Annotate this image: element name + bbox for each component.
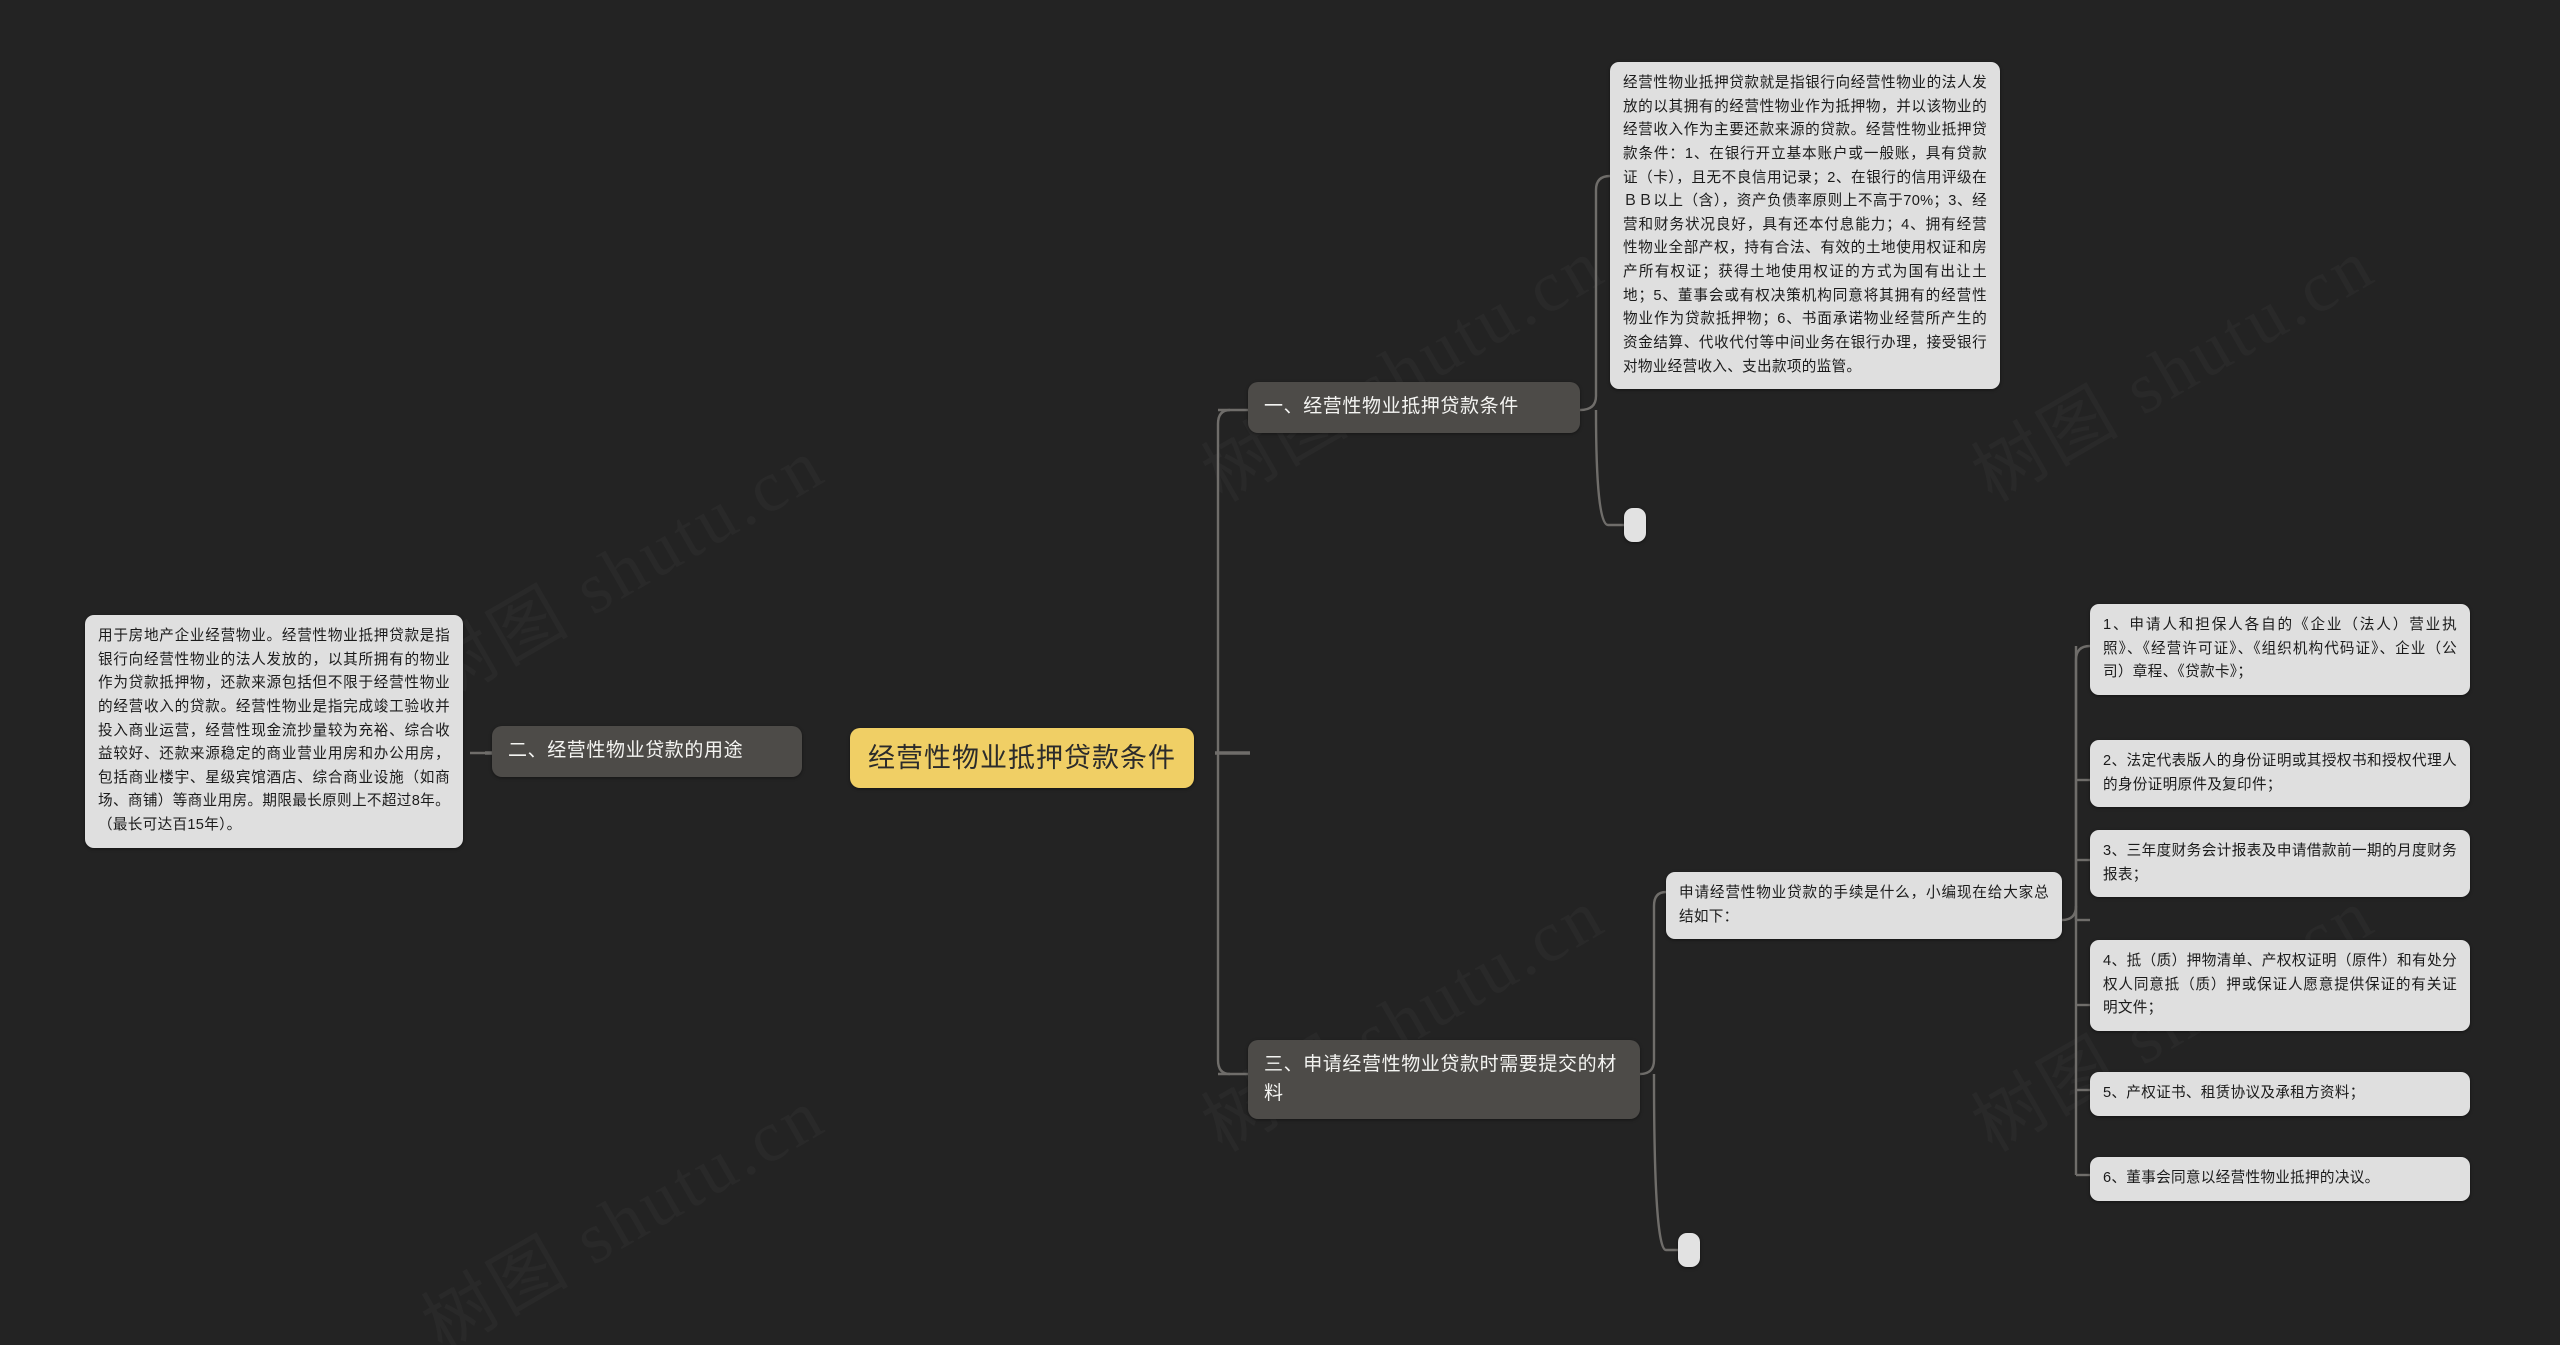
watermark: 树图 shutu.cn [1180,856,1620,1171]
leaf-text-3-2: 2、法定代表版人的身份证明或其授权书和授权代理人的身份证明原件及复印件； [2103,753,2457,793]
branch-label-2: 二、经营性物业贷款的用途 [508,740,744,761]
root-label: 经营性物业抵押贷款条件 [868,743,1176,773]
leaf-node-3-1[interactable]: 1、申请人和担保人各自的《企业（法人）营业执照》、《经营许可证》、《组织机构代码… [2090,604,2470,695]
leaf-text-3-4: 4、抵（质）押物清单、产权权证明（原件）和有处分权人同意抵（质）押或保证人愿意提… [2103,953,2457,1017]
watermark: 树图 shutu.cn [1180,206,1620,521]
leaf-text-3-intro: 申请经营性物业贷款的手续是什么，小编现在给大家总结如下： [1679,885,2049,925]
branch-node-2[interactable]: 二、经营性物业贷款的用途 [492,726,802,777]
leaf-node-3-5[interactable]: 5、产权证书、租赁协议及承租方资料； [2090,1072,2470,1116]
collapse-toggle-branch-1[interactable] [1624,508,1646,542]
watermark: 树图 shutu.cn [400,406,840,721]
leaf-text-3-6: 6、董事会同意以经营性物业抵押的决议。 [2103,1170,2380,1186]
leaf-node-3-6[interactable]: 6、董事会同意以经营性物业抵押的决议。 [2090,1157,2470,1201]
mindmap-canvas: 树图 shutu.cn 树图 shutu.cn 树图 shutu.cn 树图 s… [0,0,2560,1345]
leaf-node-1-1[interactable]: 经营性物业抵押贷款就是指银行向经营性物业的法人发放的以其拥有的经营性物业作为抵押… [1610,62,2000,390]
branch-label-1: 一、经营性物业抵押贷款条件 [1264,396,1519,417]
watermark: 树图 shutu.cn [400,1056,840,1345]
watermark: 树图 shutu.cn [1950,206,2390,521]
leaf-text-3-3: 3、三年度财务会计报表及申请借款前一期的月度财务报表； [2103,843,2457,883]
branch-label-3: 三、申请经营性物业贷款时需要提交的材料 [1264,1054,1617,1104]
leaf-node-3-intro[interactable]: 申请经营性物业贷款的手续是什么，小编现在给大家总结如下： [1666,872,2062,940]
branch-node-3[interactable]: 三、申请经营性物业贷款时需要提交的材料 [1248,1040,1640,1119]
leaf-text-3-1: 1、申请人和担保人各自的《企业（法人）营业执照》、《经营许可证》、《组织机构代码… [2103,617,2457,681]
leaf-node-3-2[interactable]: 2、法定代表版人的身份证明或其授权书和授权代理人的身份证明原件及复印件； [2090,740,2470,808]
branch-node-1[interactable]: 一、经营性物业抵押贷款条件 [1248,382,1580,433]
leaf-text-3-5: 5、产权证书、租赁协议及承租方资料； [2103,1085,2365,1101]
leaf-node-2-1[interactable]: 用于房地产企业经营物业。经营性物业抵押贷款是指银行向经营性物业的法人发放的，以其… [85,615,463,848]
leaf-text-1-1: 经营性物业抵押贷款就是指银行向经营性物业的法人发放的以其拥有的经营性物业作为抵押… [1623,75,1987,375]
collapse-toggle-branch-3[interactable] [1678,1233,1700,1267]
leaf-node-3-3[interactable]: 3、三年度财务会计报表及申请借款前一期的月度财务报表； [2090,830,2470,898]
leaf-node-3-4[interactable]: 4、抵（质）押物清单、产权权证明（原件）和有处分权人同意抵（质）押或保证人愿意提… [2090,940,2470,1031]
root-node[interactable]: 经营性物业抵押贷款条件 [850,728,1194,789]
leaf-text-2-1: 用于房地产企业经营物业。经营性物业抵押贷款是指银行向经营性物业的法人发放的，以其… [98,628,450,834]
